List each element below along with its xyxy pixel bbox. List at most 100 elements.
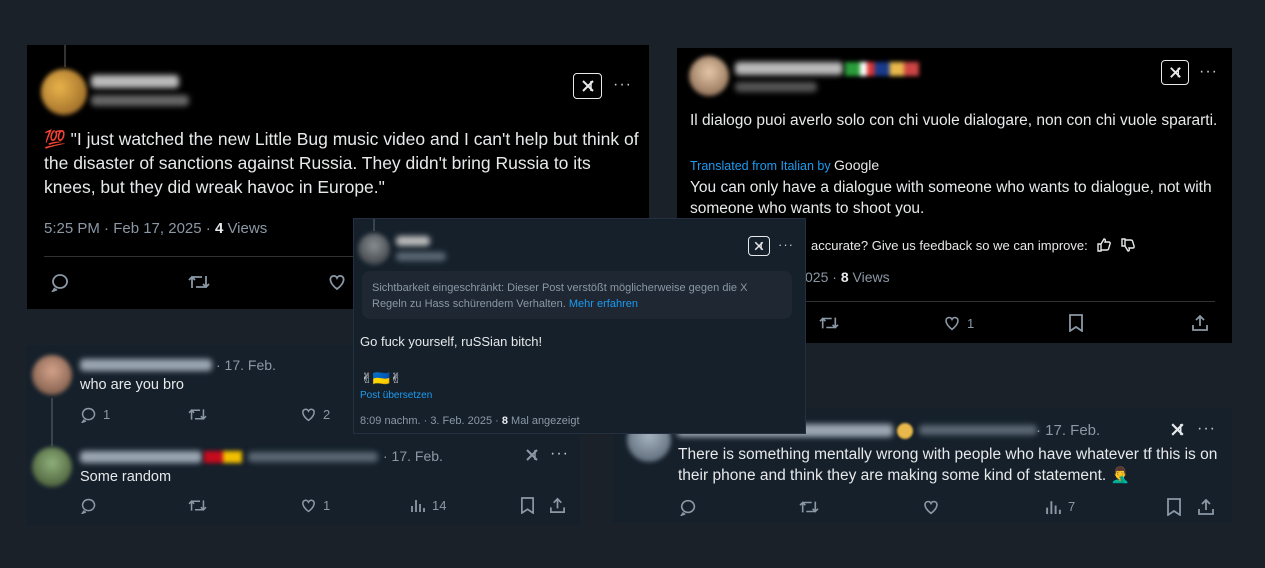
share-button[interactable]: [549, 497, 566, 514]
like-count: 1: [323, 498, 331, 513]
flag-emojis: [845, 62, 919, 76]
like-button[interactable]: [922, 498, 940, 516]
like-count: 1: [967, 315, 975, 331]
reply-button[interactable]: [50, 272, 70, 292]
bookmark-icon: [1069, 314, 1083, 332]
bookmark-button[interactable]: [1166, 498, 1182, 516]
repost-button[interactable]: [188, 497, 207, 514]
emoji-icon: [897, 423, 913, 439]
blurred-handle: [248, 452, 378, 462]
repost-icon: [188, 275, 210, 289]
x-logo-icon[interactable]: [1169, 421, 1186, 443]
translated-text: You can only have a dialogue with someon…: [690, 179, 1212, 217]
tweet-text: 💯 "I just watched the new Little Bug mus…: [44, 127, 644, 199]
views-label: Mal angezeigt: [507, 415, 580, 427]
reply-button[interactable]: [679, 498, 697, 516]
like-button[interactable]: [327, 272, 347, 292]
translation-feedback: accurate? Give us feedback so we can imp…: [811, 237, 1136, 253]
warning-text: Sichtbarkeit eingeschränkt: Dieser Post …: [372, 282, 748, 310]
blurred-username: [80, 359, 212, 371]
x-logo-icon[interactable]: [573, 73, 602, 99]
reply-button[interactable]: 1: [80, 406, 110, 423]
like-button[interactable]: 1: [943, 314, 974, 332]
reply-text: Some random: [80, 469, 172, 485]
like-button[interactable]: 1: [300, 497, 330, 514]
post-date: · 17. Feb.: [216, 357, 276, 373]
view-count: 14: [432, 497, 447, 513]
share-button[interactable]: [1197, 498, 1215, 516]
heart-icon: [924, 500, 938, 515]
blurred-username: [735, 62, 843, 75]
post-date: · 17. Feb.: [1036, 422, 1101, 439]
tweet-text: Go fuck yourself, ruSSian bitch!: [360, 334, 543, 349]
tweet-timestamp: 8:09 nachm. · 3. Feb. 2025 · 8 Mal angez…: [360, 415, 580, 427]
repost-icon: [188, 500, 207, 511]
visibility-warning: Sichtbarkeit eingeschränkt: Dieser Post …: [362, 271, 792, 319]
bookmark-button[interactable]: [520, 497, 535, 514]
tweet-timestamp: 5:25 PM · Feb 17, 2025 · 4 Views: [44, 220, 267, 237]
x-logo-icon[interactable]: [524, 447, 540, 468]
share-button[interactable]: [1191, 314, 1209, 332]
post-date: · 17. Feb.: [383, 448, 443, 464]
repost-button[interactable]: [799, 498, 819, 516]
translate-post-link[interactable]: Post übersetzen: [360, 390, 432, 401]
more-options-icon[interactable]: ···: [1199, 63, 1218, 81]
like-button[interactable]: 2: [300, 406, 330, 423]
avatar[interactable]: [32, 355, 72, 395]
tweet-timestamp: 025 · 8 Views: [805, 269, 890, 285]
learn-more-link[interactable]: Mehr erfahren: [569, 298, 638, 310]
feedback-text: accurate? Give us feedback so we can imp…: [811, 237, 1088, 253]
restricted-tweet-card: ··· Sichtbarkeit eingeschränkt: Dieser P…: [354, 219, 805, 433]
blurred-handle: [396, 252, 446, 261]
reply-text: There is something mentally wrong with p…: [678, 446, 1218, 484]
heart-icon: [329, 275, 345, 291]
repost-icon: [799, 501, 819, 513]
thread-line: [51, 398, 53, 446]
heart-icon: [945, 316, 959, 331]
heart-icon: [302, 499, 315, 513]
more-options-icon[interactable]: ···: [778, 237, 794, 252]
thumbs-down-icon[interactable]: [1120, 237, 1136, 253]
analytics-icon: [1046, 501, 1061, 514]
blurred-handle: [91, 95, 189, 106]
reply-icon: [51, 274, 68, 292]
more-options-icon[interactable]: ···: [613, 76, 632, 94]
tweet-body: "I just watched the new Little Bug music…: [44, 129, 639, 197]
reply-text: who are you bro: [80, 377, 184, 393]
repost-button[interactable]: [188, 272, 210, 292]
blurred-username: [80, 451, 202, 463]
share-icon: [550, 497, 565, 513]
views-button[interactable]: 14: [410, 497, 446, 513]
reply-icon: [81, 498, 96, 514]
analytics-icon: [411, 500, 425, 512]
bookmark-button[interactable]: [1068, 314, 1084, 332]
views-label: Views: [223, 220, 268, 237]
reply-button[interactable]: [80, 497, 97, 514]
avatar[interactable]: [358, 233, 390, 265]
views-button[interactable]: 7: [1045, 498, 1075, 515]
thumbs-up-icon[interactable]: [1096, 237, 1112, 253]
repost-icon: [188, 409, 207, 420]
thread-line: [373, 219, 375, 231]
avatar[interactable]: [689, 56, 729, 96]
view-count: 7: [1068, 499, 1076, 514]
views-count: 8: [840, 269, 849, 285]
blurred-username: [91, 75, 179, 88]
x-logo-icon[interactable]: [1161, 60, 1189, 85]
timestamp-text: 8:09 nachm. · 3. Feb. 2025 ·: [360, 415, 502, 427]
repost-button[interactable]: [818, 314, 840, 332]
blurred-username: [396, 236, 430, 246]
blurred-handle: [735, 82, 817, 92]
more-options-icon[interactable]: ···: [550, 445, 569, 463]
translated-from[interactable]: Translated from Italian by: [690, 159, 834, 173]
like-count: 2: [323, 407, 331, 422]
avatar[interactable]: [32, 447, 72, 487]
avatar[interactable]: [41, 69, 87, 115]
emoji-row: ✌🇺🇦✌: [361, 370, 402, 386]
more-options-icon[interactable]: ···: [1197, 420, 1216, 438]
x-logo-icon[interactable]: [748, 236, 770, 256]
repost-icon: [819, 317, 839, 329]
repost-button[interactable]: [188, 406, 207, 423]
translation-credit: Translated from Italian by Google: [690, 157, 879, 173]
bookmark-icon: [521, 497, 534, 514]
